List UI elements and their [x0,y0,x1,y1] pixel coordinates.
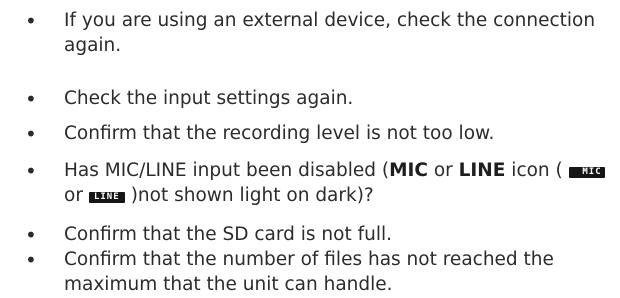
bullet: • [25,9,37,33]
bullet: • [25,248,37,272]
text-line: Has MIC/LINE input been disabled (MIC or… [64,158,620,183]
bullet: • [25,87,37,111]
list-item-text: Confirm that the recording level is not … [64,121,620,146]
text-line: Confirm that the number of files has not… [64,249,554,270]
text-segment: or [427,160,459,181]
text-segment: Has MIC/LINE input been disabled ( [64,160,390,181]
line-indicator-icon: LINE [88,192,125,203]
text-line: maximum that the unit can handle. [64,274,393,295]
bullet: • [25,159,37,183]
troubleshooting-page: • If you are using an external device, c… [0,0,620,298]
line-label-bold: LINE [458,160,506,181]
bullet: • [25,122,37,146]
text-segment: or [64,185,89,206]
text-line: again. [64,35,122,56]
list-item-text: Has MIC/LINE input been disabled (MIC or… [64,158,620,208]
list-item-text: Check the input settings again. [64,86,620,111]
list-item-text: Confirm that the SD card is not full. [64,222,620,247]
list-item-text: If you are using an external device, che… [64,8,620,58]
text-line: Check the input settings again. [64,88,354,109]
text-line: Confirm that the SD card is not full. [64,224,393,245]
text-segment: )not shown light on dark)? [124,185,374,206]
text-line: If you are using an external device, che… [64,10,596,31]
text-segment: icon ( [505,160,569,181]
text-line: or LINE )not shown light on dark)? [64,183,620,208]
text-line: Confirm that the recording level is not … [64,123,495,144]
mic-indicator-icon: MIC [568,167,605,178]
mic-label-bold: MIC [389,160,428,181]
list-item-text: Confirm that the number of files has not… [64,247,620,297]
bullet: • [25,223,37,247]
